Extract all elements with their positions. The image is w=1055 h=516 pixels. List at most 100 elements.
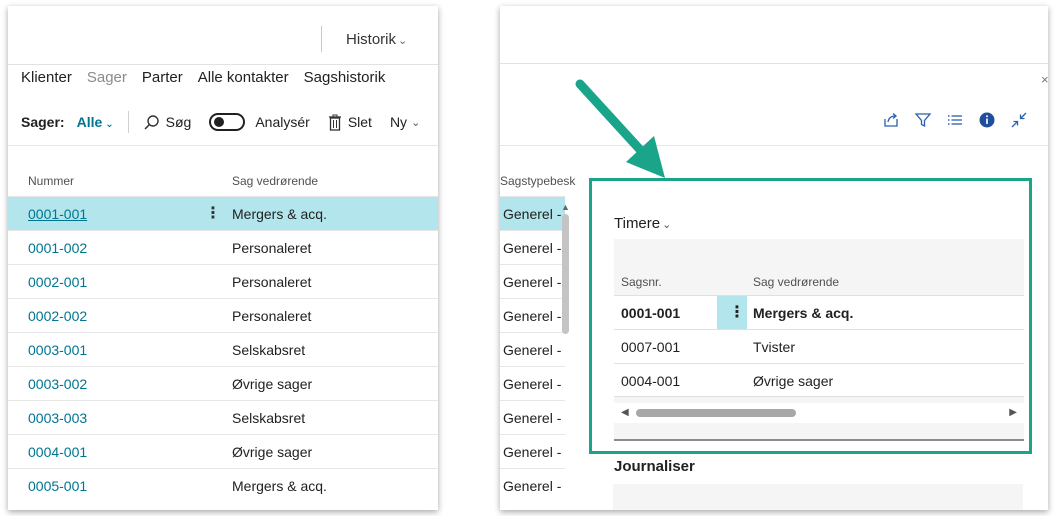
case-number-link[interactable]: 0002-001 bbox=[28, 274, 87, 290]
tab-sagshistorik[interactable]: Sagshistorik bbox=[304, 69, 386, 97]
filter-label: Sager: bbox=[21, 114, 65, 130]
tab-alle-kontakter[interactable]: Alle kontakter bbox=[198, 69, 289, 97]
table-row[interactable]: 0003-001 Selskabsret bbox=[8, 332, 438, 366]
case-subject: Øvrige sager bbox=[232, 444, 313, 460]
journaliser-title[interactable]: Journaliser bbox=[614, 458, 695, 475]
factbox-title-label: Timere bbox=[614, 215, 661, 232]
list-icon[interactable] bbox=[946, 111, 964, 129]
delete-button[interactable]: Slet bbox=[328, 114, 372, 131]
case-number-link[interactable]: 0004-001 bbox=[28, 444, 87, 460]
scroll-up-icon[interactable]: ▲ bbox=[561, 202, 570, 212]
timere-factbox: Timere ⌄ Sagsnr. Sag vedrørende 0001-001 … bbox=[589, 178, 1032, 454]
table-row[interactable]: Generel - bbox=[500, 434, 565, 468]
vertical-scrollbar[interactable]: ▲ bbox=[561, 202, 570, 342]
divider bbox=[8, 145, 438, 146]
col-header-sag[interactable]: Sag vedrørende bbox=[232, 174, 318, 188]
case-subject: Øvrige sager bbox=[232, 376, 313, 392]
tab-sager[interactable]: Sager bbox=[87, 69, 127, 97]
collapse-icon[interactable] bbox=[1010, 111, 1028, 129]
table-row[interactable]: Generel - bbox=[500, 298, 565, 332]
col-header-sagsnr[interactable]: Sagsnr. bbox=[621, 275, 662, 289]
table-row[interactable]: Generel - bbox=[500, 264, 565, 298]
tab-parter[interactable]: Parter bbox=[142, 69, 183, 97]
table-row[interactable]: 0004-001 Øvrige sager bbox=[8, 434, 438, 468]
search-button[interactable]: Søg bbox=[143, 114, 191, 131]
table-row[interactable]: 0007-001 Tvister bbox=[614, 329, 1024, 363]
chevron-down-icon: ⌄ bbox=[411, 116, 421, 129]
case-number-link[interactable]: 0003-001 bbox=[28, 342, 87, 358]
case-number: 0001-001 bbox=[621, 305, 681, 321]
analyze-toggle[interactable]: Analysér bbox=[209, 113, 310, 131]
table-row[interactable]: 0003-002 Øvrige sager bbox=[8, 366, 438, 400]
list-header: Nummer Sag vedrørende bbox=[8, 170, 438, 196]
table-row[interactable]: 0002-001 Personaleret bbox=[8, 264, 438, 298]
filter-value: Alle bbox=[76, 114, 103, 130]
scroll-thumb[interactable] bbox=[636, 409, 796, 417]
case-number-link[interactable]: 0001-002 bbox=[28, 240, 87, 256]
share-icon[interactable] bbox=[882, 111, 900, 129]
case-list-continued: Sagstypebesk Generel - Generel - Generel… bbox=[500, 170, 575, 502]
table-row[interactable]: 0003-003 Selskabsret bbox=[8, 400, 438, 434]
journaliser-part bbox=[613, 484, 1023, 510]
chevron-down-icon: ⌄ bbox=[398, 35, 408, 47]
case-type: Generel - bbox=[503, 206, 562, 222]
case-type: Generel - bbox=[503, 240, 562, 256]
scroll-right-icon[interactable]: ▶ bbox=[1009, 407, 1017, 418]
scroll-left-icon[interactable]: ◀ bbox=[621, 407, 629, 418]
close-icon[interactable]: × bbox=[1041, 72, 1048, 87]
table-row[interactable]: 0005-001 Mergers & acq. bbox=[8, 468, 438, 502]
chevron-down-icon: ⌄ bbox=[105, 119, 114, 130]
case-type: Generel - bbox=[503, 410, 562, 426]
divider bbox=[614, 439, 1024, 441]
top-bar bbox=[500, 6, 1048, 64]
factbox-rows: 0001-001 ⋮ Mergers & acq. 0007-001 Tvist… bbox=[614, 295, 1024, 397]
col-header-nummer[interactable]: Nummer bbox=[28, 174, 74, 188]
new-button[interactable]: Ny ⌄ bbox=[390, 114, 420, 130]
table-row[interactable]: Generel - bbox=[500, 230, 565, 264]
row-menu-icon[interactable]: ⋮ bbox=[717, 296, 747, 329]
info-icon[interactable] bbox=[978, 111, 996, 129]
case-number: 0004-001 bbox=[621, 373, 681, 389]
case-subject: Mergers & acq. bbox=[753, 305, 854, 321]
col-header-sag[interactable]: Sag vedrørende bbox=[753, 275, 839, 289]
table-row[interactable]: 0002-002 Personaleret bbox=[8, 298, 438, 332]
new-label: Ny bbox=[389, 114, 408, 130]
table-row[interactable]: Generel - bbox=[500, 196, 565, 230]
case-number-link[interactable]: 0003-003 bbox=[28, 410, 87, 426]
scroll-thumb[interactable] bbox=[562, 214, 569, 334]
case-type: Generel - bbox=[503, 342, 562, 358]
factbox-table: Sagsnr. Sag vedrørende 0001-001 ⋮ Merger… bbox=[614, 239, 1024, 439]
table-row[interactable]: 0001-001 ⋮ Mergers & acq. bbox=[8, 196, 438, 230]
case-number: 0007-001 bbox=[621, 339, 681, 355]
table-row[interactable]: Generel - bbox=[500, 366, 565, 400]
horizontal-scrollbar[interactable]: ◀ ▶ bbox=[614, 403, 1024, 423]
table-row[interactable]: Generel - bbox=[500, 468, 565, 502]
case-subject: Tvister bbox=[753, 339, 795, 355]
table-row[interactable]: Generel - bbox=[500, 332, 565, 366]
row-menu-icon[interactable]: ⋮ bbox=[205, 203, 221, 223]
filter-dropdown[interactable]: Alle ⌄ bbox=[77, 114, 114, 130]
table-row[interactable]: 0001-002 Personaleret bbox=[8, 230, 438, 264]
case-subject: Selskabsret bbox=[232, 342, 306, 358]
case-subject: Mergers & acq. bbox=[232, 206, 327, 222]
table-row[interactable]: 0004-001 Øvrige sager bbox=[614, 363, 1024, 397]
search-icon bbox=[144, 114, 159, 130]
case-type: Generel - bbox=[503, 444, 562, 460]
factbox-title[interactable]: Timere ⌄ bbox=[614, 215, 671, 232]
historik-menu[interactable]: Historik ⌄ bbox=[346, 31, 407, 48]
filter-icon[interactable] bbox=[914, 111, 932, 129]
toggle-switch bbox=[209, 113, 246, 131]
action-bar: Sager: Alle ⌄ Søg Analysér Slet Ny ⌄ bbox=[21, 110, 438, 134]
case-number-link[interactable]: 0001-001 bbox=[28, 206, 87, 222]
tab-klienter[interactable]: Klienter bbox=[21, 69, 72, 97]
trash-icon bbox=[328, 114, 341, 131]
case-number-link[interactable]: 0005-001 bbox=[28, 478, 87, 494]
table-row[interactable]: Generel - bbox=[500, 400, 565, 434]
case-type: Generel - bbox=[503, 376, 562, 392]
top-bar: Historik ⌄ bbox=[8, 6, 438, 66]
case-number-link[interactable]: 0003-002 bbox=[28, 376, 87, 392]
table-row[interactable]: 0001-001 ⋮ Mergers & acq. bbox=[614, 295, 1024, 329]
list-header: Sagstypebesk bbox=[500, 170, 575, 196]
case-number-link[interactable]: 0002-002 bbox=[28, 308, 87, 324]
annotation-arrow-icon bbox=[575, 79, 665, 178]
